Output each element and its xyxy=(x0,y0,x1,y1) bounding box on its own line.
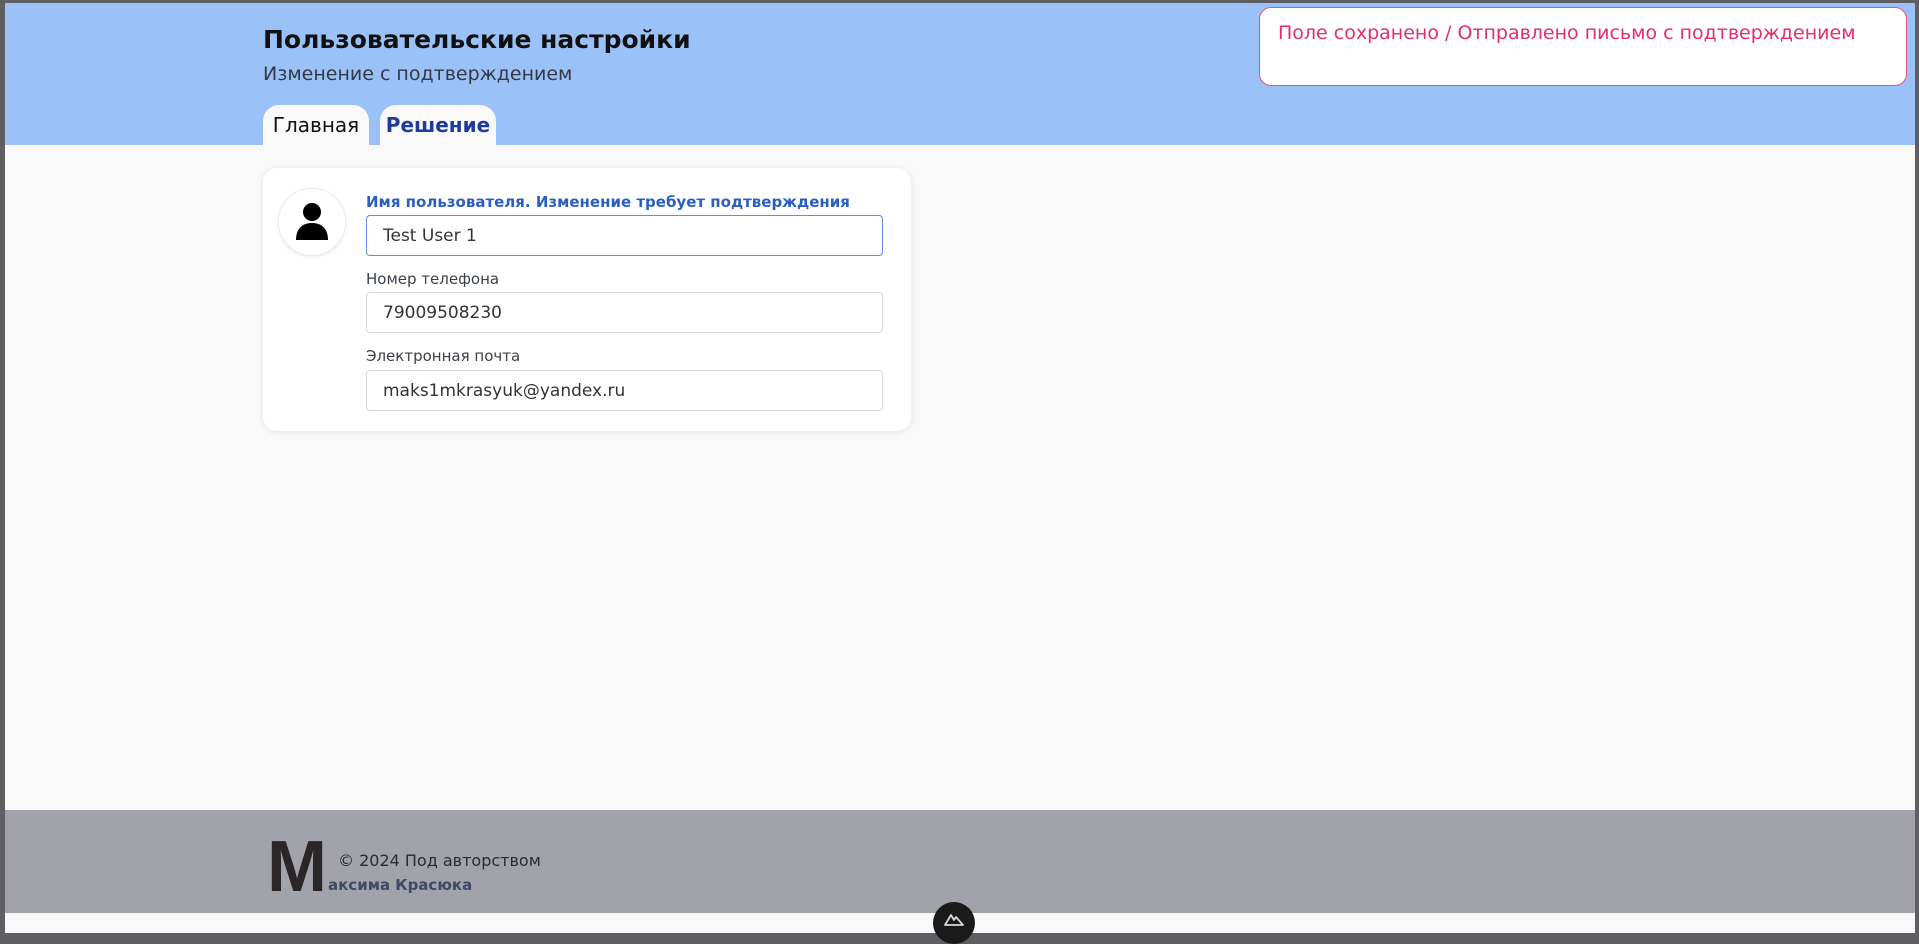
page-footer: M © 2024 Под авторством аксима Красюка xyxy=(5,810,1915,913)
tab-main[interactable]: Главная xyxy=(263,105,369,145)
phone-label: Номер телефона xyxy=(366,270,500,288)
phone-input[interactable] xyxy=(366,292,883,333)
footer-author: аксима Красюка xyxy=(328,876,473,894)
devtools-button[interactable] xyxy=(933,902,975,944)
avatar xyxy=(278,188,346,256)
profile-card: Имя пользователя. Изменение требует подт… xyxy=(263,168,911,431)
username-input[interactable] xyxy=(366,215,883,256)
page-header: Пользовательские настройки Изменение с п… xyxy=(5,3,1915,145)
notification-toast: Поле сохранено / Отправлено письмо с под… xyxy=(1259,7,1907,86)
username-label: Имя пользователя. Изменение требует подт… xyxy=(366,193,850,211)
app-window: Пользовательские настройки Изменение с п… xyxy=(5,3,1915,933)
user-icon xyxy=(296,203,328,240)
page-subtitle: Изменение с подтверждением xyxy=(263,63,573,85)
nuxt-icon xyxy=(944,914,964,926)
footer-logo: M xyxy=(267,827,327,907)
page-title: Пользовательские настройки xyxy=(263,25,691,54)
email-label: Электронная почта xyxy=(366,347,521,365)
tab-solution[interactable]: Решение xyxy=(380,105,496,145)
email-input[interactable] xyxy=(366,370,883,411)
footer-copyright: © 2024 Под авторством xyxy=(338,851,541,870)
